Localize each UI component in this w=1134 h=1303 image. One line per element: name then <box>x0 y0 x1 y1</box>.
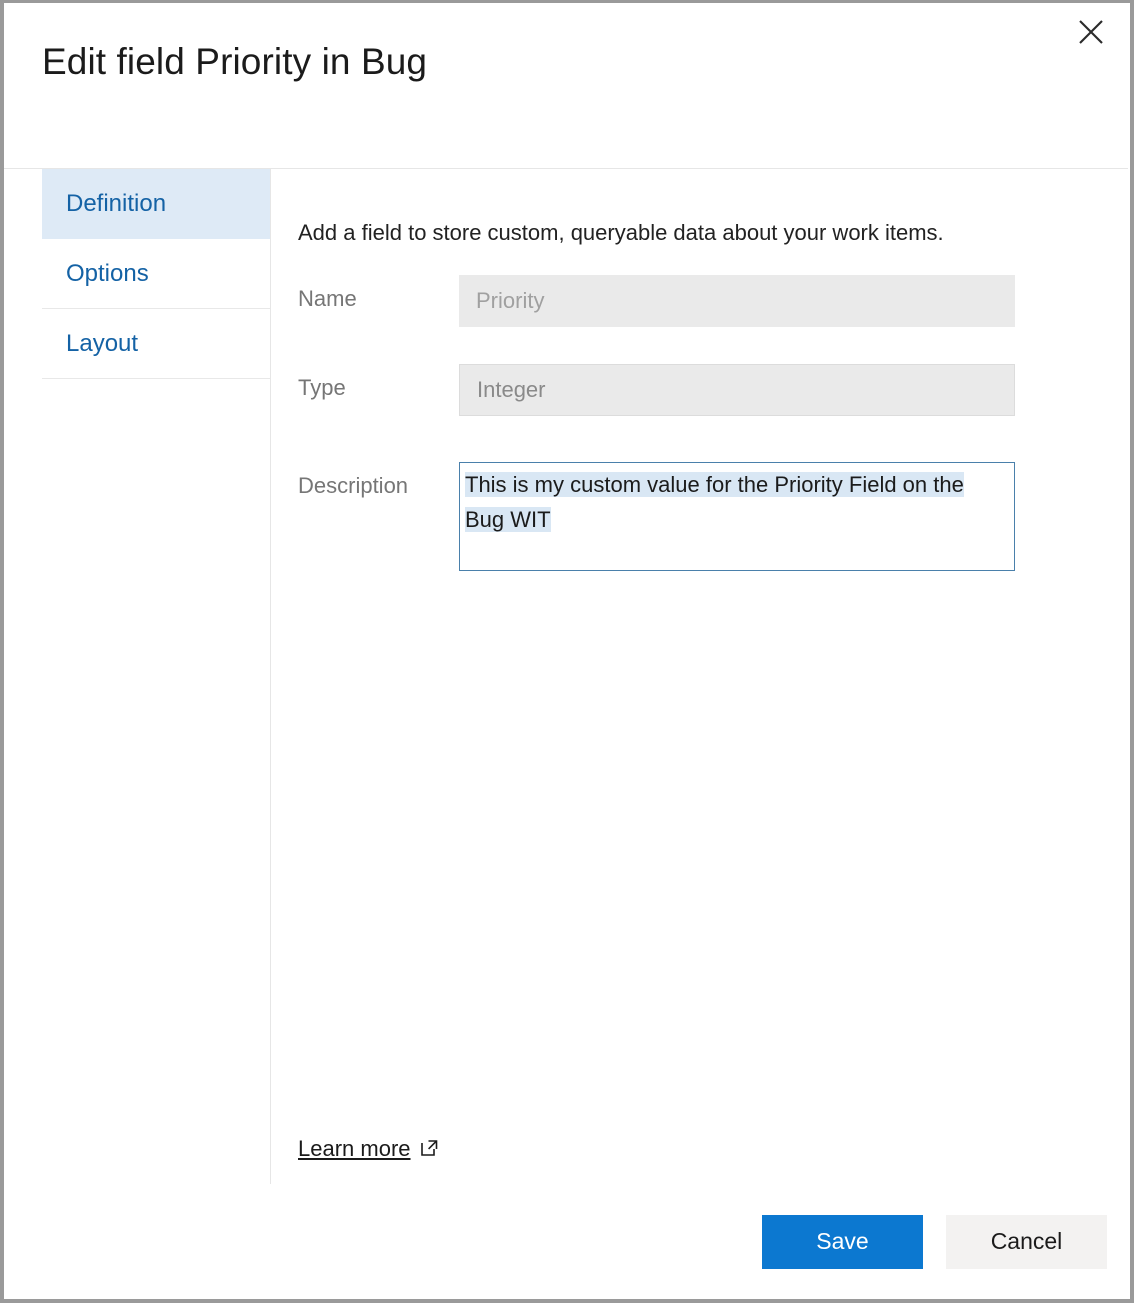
learn-more-label: Learn more <box>298 1136 411 1162</box>
sidebar-item-options[interactable]: Options <box>42 239 270 309</box>
panel-description: Add a field to store custom, queryable d… <box>298 220 1128 246</box>
close-icon <box>1076 17 1106 47</box>
dialog-body: Definition Options Layout Add a field to… <box>4 168 1128 1184</box>
field-form: Name Priority Type Integer Description T… <box>298 275 1128 608</box>
sidebar-item-label: Layout <box>66 330 138 358</box>
type-field-label: Type <box>298 364 459 401</box>
learn-more-link[interactable]: Learn more <box>298 1136 439 1162</box>
definition-panel: Add a field to store custom, queryable d… <box>271 169 1128 1184</box>
description-field-row: Description This is my custom value for … <box>298 462 1128 571</box>
learn-more-container: Learn more <box>298 1136 1128 1184</box>
save-button[interactable]: Save <box>762 1215 923 1269</box>
description-field-label: Description <box>298 462 459 499</box>
edit-field-dialog: Edit field Priority in Bug Definition Op… <box>0 0 1134 1303</box>
description-selected-text: This is my custom value for the Priority… <box>465 472 964 532</box>
external-link-icon <box>420 1138 439 1160</box>
sidebar-item-definition[interactable]: Definition <box>42 169 270 239</box>
dialog-footer: Save Cancel <box>4 1184 1130 1299</box>
sidebar-tablist: Definition Options Layout <box>42 169 271 1184</box>
type-input[interactable]: Integer <box>459 364 1015 416</box>
sidebar-item-layout[interactable]: Layout <box>42 309 270 379</box>
sidebar-item-label: Definition <box>66 190 166 218</box>
name-field-label: Name <box>298 275 459 312</box>
dialog-header: Edit field Priority in Bug <box>4 3 1130 168</box>
page-title: Edit field Priority in Bug <box>42 41 427 83</box>
sidebar-item-label: Options <box>66 260 149 288</box>
name-field-row: Name Priority <box>298 275 1128 327</box>
name-input[interactable]: Priority <box>459 275 1015 327</box>
close-button[interactable] <box>1069 10 1113 54</box>
cancel-button[interactable]: Cancel <box>946 1215 1107 1269</box>
description-textarea[interactable]: This is my custom value for the Priority… <box>459 462 1015 571</box>
type-field-row: Type Integer <box>298 364 1128 416</box>
